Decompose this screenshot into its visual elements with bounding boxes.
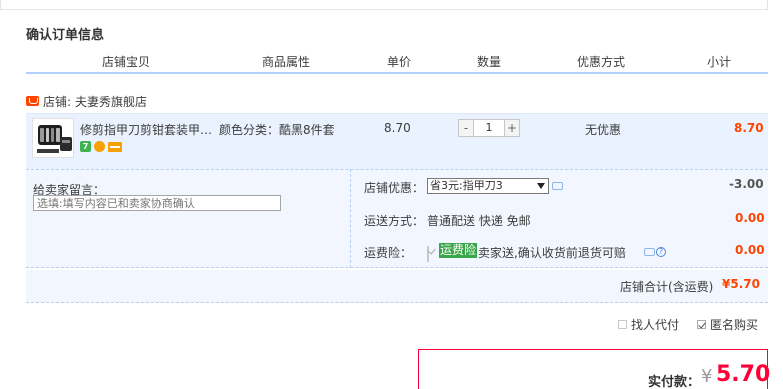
qty-minus-button[interactable]: - xyxy=(458,119,474,137)
anonymous-checkbox[interactable] xyxy=(697,320,707,329)
options-divider xyxy=(350,169,351,268)
column-header-price: 单价 xyxy=(387,55,412,69)
help-icon[interactable]: ? xyxy=(656,247,666,257)
table-header: 店铺宝贝 商品属性 单价 数量 优惠方式 小计 xyxy=(26,46,768,74)
insurance-description: 卖家送,确认收货前退货可赔 xyxy=(478,246,626,260)
item-title-link[interactable]: 修剪指甲刀剪钳套装甲… xyxy=(80,121,215,138)
column-header-qty: 数量 xyxy=(477,55,502,69)
item-discount: 无优惠 xyxy=(585,123,622,137)
insurance-checkbox[interactable] xyxy=(427,246,429,262)
guarantee-icon xyxy=(94,141,105,152)
shop-label: 店铺: xyxy=(43,94,72,109)
shop-total-row: 店铺合计(含运费) ¥5.70 xyxy=(26,270,768,303)
column-header-props: 商品属性 xyxy=(262,55,311,69)
shop-total-amount: ¥5.70 xyxy=(722,277,760,291)
chat-icon[interactable] xyxy=(552,182,563,190)
message-input[interactable] xyxy=(33,195,281,211)
service-badges: 7 xyxy=(80,141,122,152)
proxy-pay-checkbox[interactable] xyxy=(618,320,627,329)
payment-label: 实付款： xyxy=(648,375,701,389)
proxy-pay-label[interactable]: 找人代付 xyxy=(631,316,679,333)
shipping-method: 普通配送 快递 免邮 xyxy=(427,214,531,228)
anonymous-label[interactable]: 匿名购买 xyxy=(710,316,758,333)
shop-row: 店铺: 夫妻秀旗舰店 xyxy=(26,92,147,110)
shop-name-link[interactable]: 夫妻秀旗舰店 xyxy=(75,93,147,110)
extra-options: 找人代付 匿名购买 xyxy=(618,316,758,333)
column-header-subtotal: 小计 xyxy=(707,55,732,69)
shop-coupon-select[interactable]: 省3元:指甲刀3 xyxy=(427,178,549,194)
dropdown-arrow-icon xyxy=(537,183,545,189)
shop-coupon-selected: 省3元:指甲刀3 xyxy=(430,179,503,192)
qty-input[interactable]: 1 xyxy=(474,119,504,137)
column-header-discount: 优惠方式 xyxy=(577,55,626,69)
chat-icon[interactable] xyxy=(644,248,655,256)
item-price: 8.70 xyxy=(384,121,411,135)
shipping-amount: 0.00 xyxy=(735,211,765,225)
column-header-item: 店铺宝贝 xyxy=(102,55,151,69)
section-title: 确认订单信息 xyxy=(26,28,105,43)
shop-coupon-amount: -3.00 xyxy=(729,177,764,191)
insurance-tag: 运费险 xyxy=(439,243,478,258)
insurance-amount: 0.00 xyxy=(735,243,765,257)
top-frame xyxy=(0,0,768,10)
shop-tag-icon xyxy=(26,96,39,106)
quantity-stepper: - 1 + xyxy=(458,119,520,137)
item-props: 颜色分类：酷黑8件套 xyxy=(219,123,335,137)
qty-plus-button[interactable]: + xyxy=(504,119,520,137)
shipping-label: 运送方式： xyxy=(364,214,425,228)
payment-amount: 5.70 xyxy=(716,362,771,387)
seven-day-return-icon: 7 xyxy=(80,141,91,152)
credit-card-icon xyxy=(108,142,122,152)
shop-coupon-label: 店铺优惠： xyxy=(364,181,425,195)
item-subtotal: 8.70 xyxy=(734,121,764,135)
shop-total-label: 店铺合计(含运费) xyxy=(620,280,714,294)
insurance-label: 运费险： xyxy=(364,246,413,260)
payment-currency: ¥ xyxy=(701,366,713,387)
item-thumbnail[interactable] xyxy=(32,118,74,158)
